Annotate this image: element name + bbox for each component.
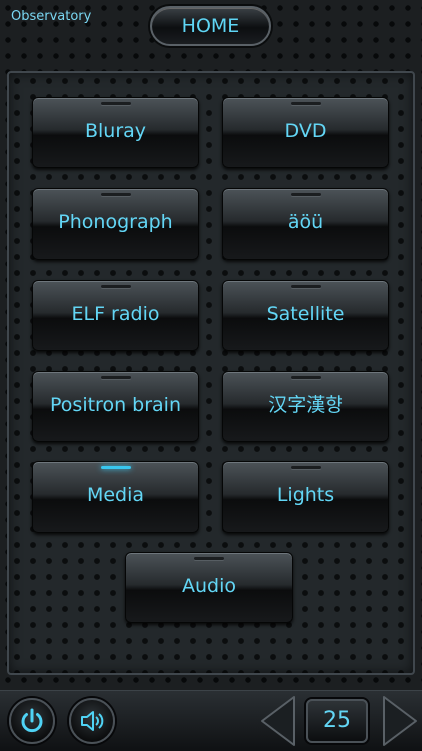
channel-down-button[interactable] [258,695,298,747]
bottom-toolbar: 25 [0,690,422,751]
power-icon [21,708,43,733]
activity-indicator [100,193,131,196]
activity-button-lights[interactable]: Lights [222,461,389,533]
home-button[interactable]: HOME [150,6,271,46]
activity-button-elf-radio[interactable]: ELF radio [32,280,199,351]
activity-indicator [100,376,131,379]
activity-button-cjk[interactable]: 汉字漢향 [222,371,389,442]
activity-label: Phonograph [58,211,173,233]
activity-label: Positron brain [50,394,181,416]
speaker-icon [81,711,104,731]
location-label: Observatory [11,9,92,24]
activity-indicator [290,466,321,469]
activity-label: Audio [181,575,236,597]
activity-label: 汉字漢향 [268,394,343,416]
activity-label: ELF radio [71,303,160,325]
activity-button-positron-brain[interactable]: Positron brain [32,371,199,442]
activity-button-bluray[interactable]: Bluray [32,97,199,168]
activity-button-umlauts[interactable]: äöü [222,188,389,260]
activity-label: Media [86,484,145,506]
channel-up-button[interactable] [380,695,420,747]
activity-button-satellite[interactable]: Satellite [222,280,389,351]
activity-button-audio[interactable]: Audio [125,552,293,623]
activity-label: Lights [276,484,335,506]
activity-indicator [290,285,321,288]
volume-button[interactable] [69,698,115,744]
channel-display[interactable]: 25 [306,699,368,743]
activity-button-dvd[interactable]: DVD [222,97,389,168]
activity-indicator-active [100,466,131,469]
activity-indicator [290,376,321,379]
activity-label: Bluray [84,120,147,142]
power-button[interactable] [9,698,55,744]
activity-indicator [290,193,321,196]
activity-indicator [290,102,321,105]
activity-label: Satellite [266,303,345,325]
activity-indicator [194,557,224,560]
activity-indicator [100,102,131,105]
activity-label: DVD [284,120,327,142]
activity-indicator [100,285,131,288]
activity-button-phonograph[interactable]: Phonograph [32,188,199,260]
activity-button-media[interactable]: Media [32,461,199,533]
activity-label: äöü [287,211,324,233]
